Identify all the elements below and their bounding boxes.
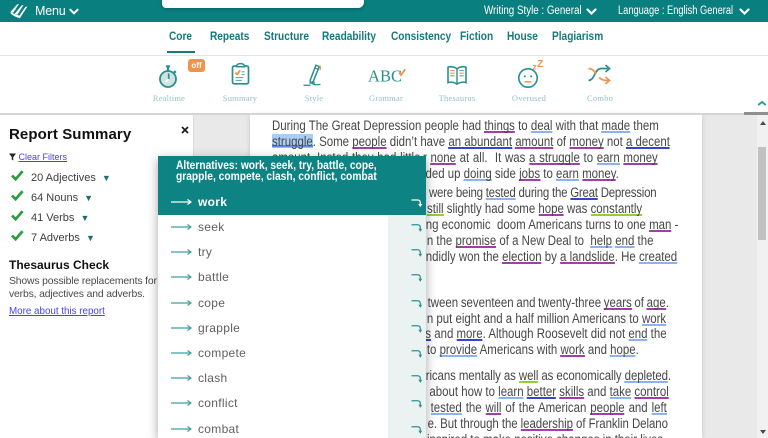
svg-text:Z: Z	[537, 60, 544, 70]
svg-text:ABC: ABC	[368, 67, 402, 86]
